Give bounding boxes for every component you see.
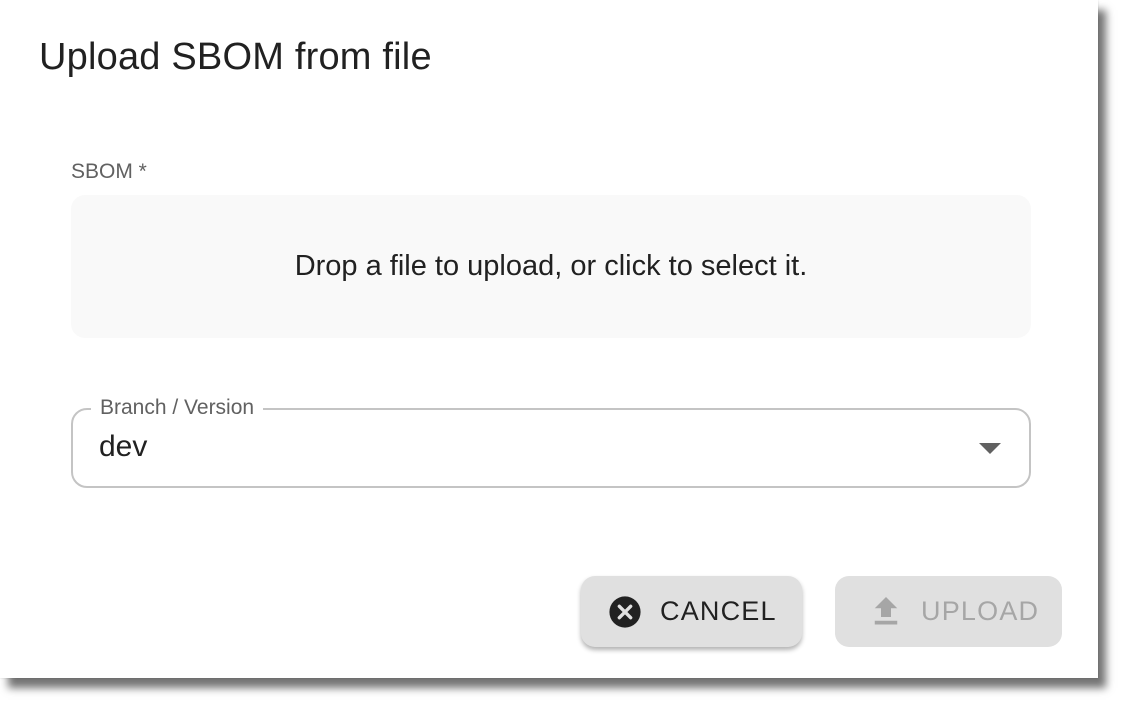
cancel-button[interactable]: CANCEL [581, 576, 802, 647]
dialog-title: Upload SBOM from file [39, 36, 432, 78]
file-dropzone[interactable]: Drop a file to upload, or click to selec… [71, 195, 1031, 338]
branch-version-value: dev [99, 430, 148, 463]
cancel-button-label: CANCEL [660, 596, 777, 626]
upload-arrow-icon [873, 596, 899, 627]
upload-button: UPLOAD [835, 576, 1062, 647]
branch-version-label: Branch / Version [91, 394, 264, 422]
cancel-circle-icon [608, 595, 642, 629]
branch-version-select[interactable]: Branch / Version dev [71, 394, 1031, 488]
upload-button-label: UPLOAD [921, 596, 1040, 626]
dropzone-instructions: Drop a file to upload, or click to selec… [294, 250, 808, 282]
upload-sbom-dialog: Upload SBOM from file SBOM * Drop a file… [0, 0, 1098, 678]
sbom-field-label: SBOM * [71, 160, 147, 183]
dropdown-arrow-icon [979, 443, 1001, 454]
